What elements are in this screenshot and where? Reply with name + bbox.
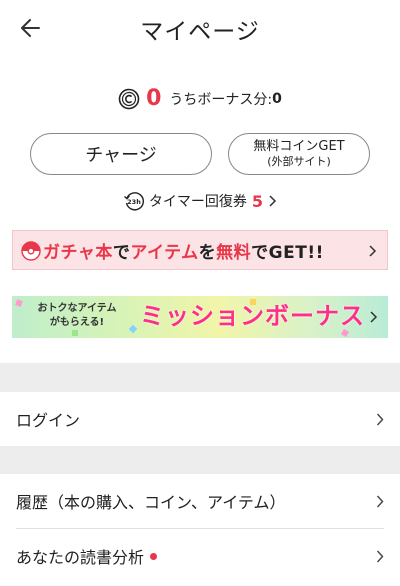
gacha-text-part4: を xyxy=(198,242,217,263)
header: マイページ xyxy=(0,0,400,56)
section-separator xyxy=(0,363,400,392)
bonus-value: 0 xyxy=(272,90,282,107)
coin-balance: 0 うちボーナス分: 0 xyxy=(0,86,400,111)
mission-bonus-banner[interactable]: おトクなアイテム がもらえる! ミッションボーナス xyxy=(12,296,388,338)
menu-item-login[interactable]: ログイン xyxy=(0,392,400,446)
timer-count: 5 xyxy=(251,191,264,211)
chevron-right-icon xyxy=(370,311,378,323)
mission-small-text: おトクなアイテム がもらえる! xyxy=(22,302,132,330)
menu-item-label: 履歴（本の購入、コイン、アイテム） xyxy=(16,493,286,512)
menu-item-label: あなたの読書分析 xyxy=(16,548,145,567)
gacha-text-part6: でGET!! xyxy=(251,242,324,263)
chevron-right-icon xyxy=(376,550,384,563)
free-coin-label: 無料コインGET xyxy=(253,139,345,154)
free-coin-sub-label: (外部サイト) xyxy=(267,155,331,168)
mission-big-text: ミッションボーナス xyxy=(140,302,365,330)
bonus-label: うちボーナス分: xyxy=(169,91,273,108)
timer-icon-text: 23h xyxy=(127,198,141,206)
gacha-text-part2: で xyxy=(112,242,131,263)
gacha-text-part3: アイテム xyxy=(130,242,199,263)
chevron-right-icon xyxy=(269,195,277,207)
page-title: マイページ xyxy=(140,19,260,45)
chevron-right-icon xyxy=(369,245,377,257)
notification-dot xyxy=(150,552,158,560)
gacha-banner[interactable]: ガチャ本でアイテムを無料でGET!! xyxy=(12,230,388,270)
confetti-decoration xyxy=(72,330,78,336)
coin-icon xyxy=(118,88,140,109)
chevron-right-icon xyxy=(376,495,384,508)
mission-small-line1: おトクなアイテム xyxy=(37,303,117,314)
chevron-right-icon xyxy=(376,413,384,426)
timer-label: タイマー回復券 xyxy=(148,194,247,210)
menu-item-history[interactable]: 履歴（本の購入、コイン、アイテム） xyxy=(0,474,400,528)
free-coin-button[interactable]: 無料コインGET (外部サイト) xyxy=(228,133,370,175)
menu-item-label: ログイン xyxy=(16,411,81,430)
charge-button[interactable]: チャージ xyxy=(30,133,212,175)
timer-icon: 23h xyxy=(123,192,144,211)
coin-count: 0 xyxy=(146,86,162,111)
gacha-banner-text: ガチャ本でアイテムを無料でGET!! xyxy=(43,238,324,263)
menu-item-reading-analysis[interactable]: あなたの読書分析 xyxy=(0,529,400,583)
section-separator xyxy=(0,446,400,474)
gacha-ball-icon xyxy=(21,241,41,261)
mission-small-line2: がもらえる! xyxy=(49,317,105,328)
gacha-text-part5: 無料 xyxy=(216,242,252,263)
gacha-text-part1: ガチャ本 xyxy=(43,242,113,263)
timer-recovery-link[interactable]: 23h タイマー回復券 5 xyxy=(0,190,400,212)
